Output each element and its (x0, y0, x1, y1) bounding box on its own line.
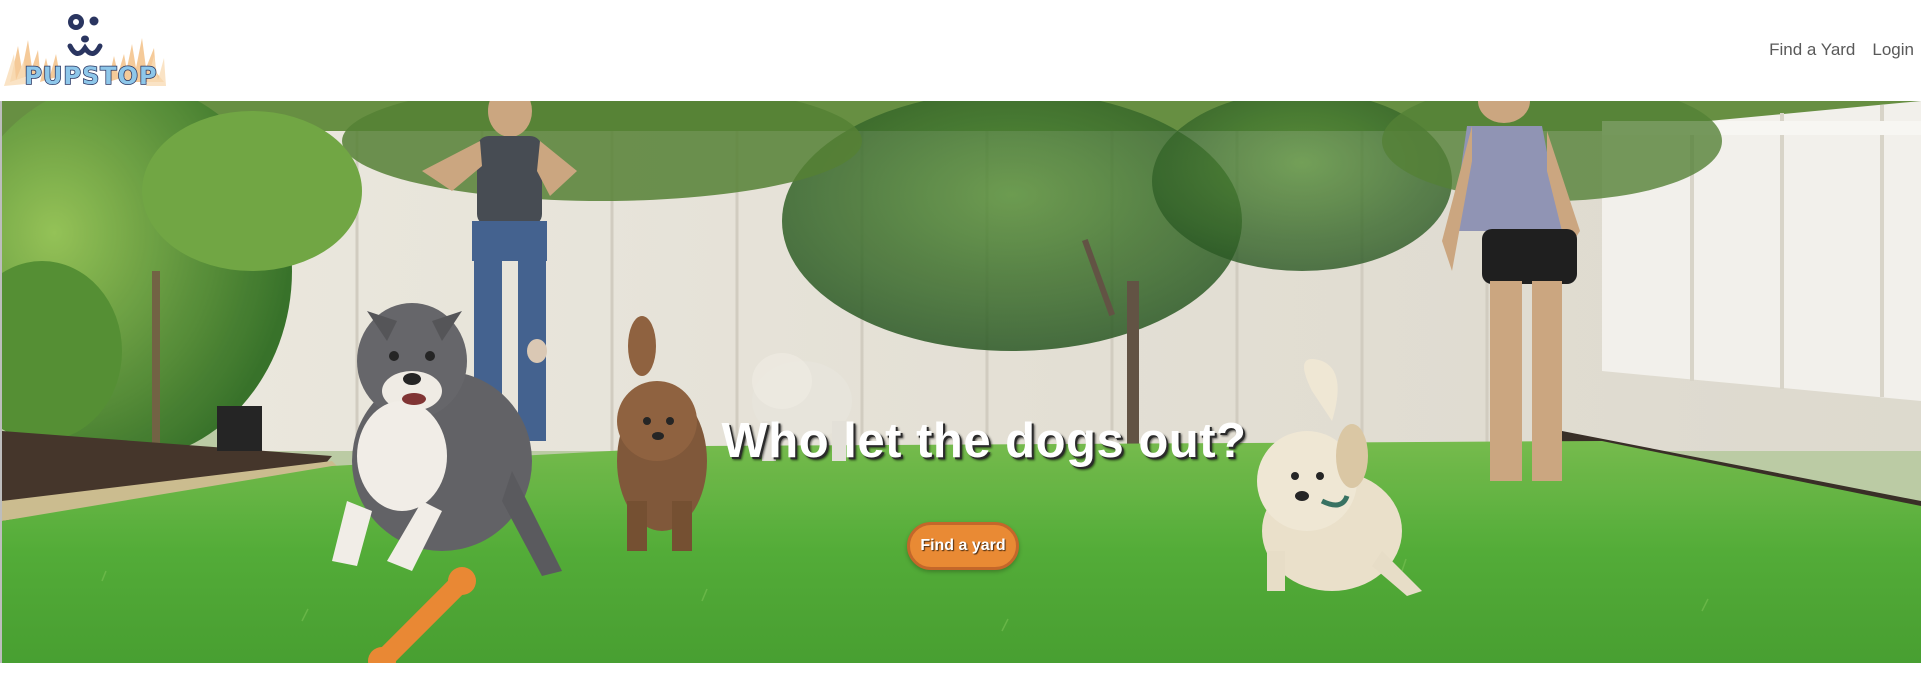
hero-background-image (2, 101, 1921, 663)
nav-find-a-yard[interactable]: Find a Yard (1769, 40, 1855, 60)
find-a-yard-button[interactable]: Find a yard (907, 522, 1019, 570)
nav-login[interactable]: Login (1872, 40, 1914, 60)
hero-title: Who let the dogs out? (721, 414, 1247, 468)
site-header: PUPSTOP Find a Yard Login (0, 0, 1921, 101)
hero-banner: Who let the dogs out? Find a yard (2, 101, 1921, 663)
top-nav: Find a Yard Login (1769, 40, 1914, 60)
logo-text: PUPSTOP (24, 61, 158, 91)
pupstop-logo[interactable]: PUPSTOP (4, 10, 168, 91)
